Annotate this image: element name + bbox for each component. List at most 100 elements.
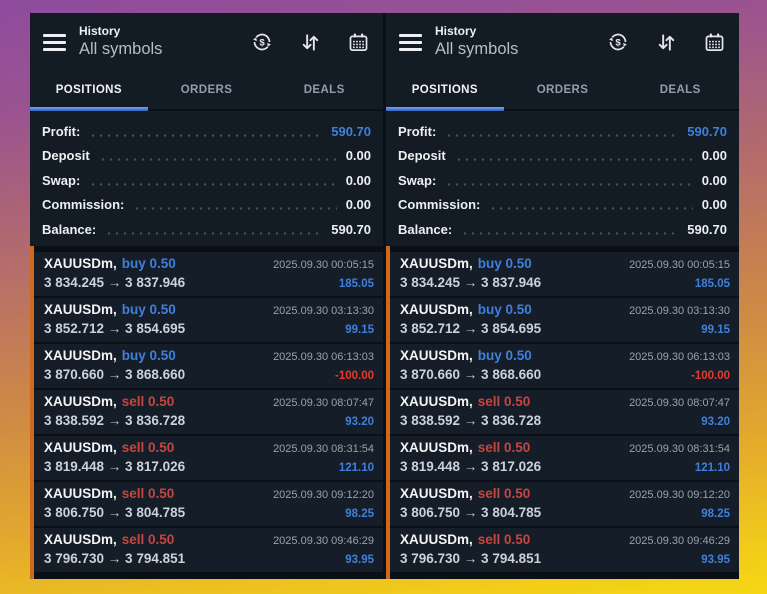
trade-row[interactable]: XAUUSDm,buy 0.502025.09.30 00:05:153 834…	[390, 252, 739, 296]
trade-row-line1: XAUUSDm,sell 0.502025.09.30 09:12:20	[400, 486, 730, 503]
trade-row[interactable]: XAUUSDm,buy 0.502025.09.30 03:13:30 3 852…	[390, 298, 739, 342]
tab-orders[interactable]: ORDERS	[148, 71, 266, 109]
trade-profit: 121.10	[695, 461, 730, 475]
calendar-icon[interactable]	[348, 32, 369, 53]
trade-datetime: 2025.09.30 09:46:29	[273, 535, 374, 549]
trade-title: XAUUSDm,sell 0.50	[400, 532, 530, 549]
trade-side-volume: buy 0.50	[122, 256, 176, 273]
symbol-filter-label[interactable]: All symbols	[435, 40, 518, 59]
trade-row[interactable]: XAUUSDm,sell 0.502025.09.30 09:46:29 3 79…	[390, 528, 739, 572]
trade-row-line1: XAUUSDm,sell 0.502025.09.30 09:46:29	[400, 532, 730, 549]
dotted-leader	[461, 232, 678, 235]
summary-label: Deposit	[42, 148, 90, 163]
trade-row[interactable]: XAUUSDm,buy 0.502025.09.30 00:05:153 834…	[34, 252, 383, 296]
trade-row[interactable]: XAUUSDm,sell 0.502025.09.30 09:12:203 80…	[34, 482, 383, 526]
tab-deals[interactable]: DEALS	[621, 71, 739, 109]
tab-bar: POSITIONSORDERSDEALS	[30, 71, 383, 111]
trade-row-line2: 3 796.730 → 3 794.85193.95	[44, 551, 374, 568]
trade-row[interactable]: XAUUSDm,buy 0.502025.09.30 03:13:30 3 852…	[34, 298, 383, 342]
trade-profit: 93.20	[701, 415, 730, 429]
trade-datetime: 2025.09.30 08:07:47	[273, 397, 374, 411]
trade-prices: 3 796.730 → 3 794.851	[400, 551, 541, 568]
sort-arrows-icon[interactable]	[656, 32, 677, 53]
trade-symbol: XAUUSDm,	[400, 302, 473, 319]
trade-prices: 3 806.750 → 3 804.785	[400, 505, 541, 522]
trade-row[interactable]: XAUUSDm,sell 0.502025.09.30 08:31:543 81…	[390, 436, 739, 480]
dotted-leader	[133, 207, 336, 210]
trade-row[interactable]: XAUUSDm,buy 0.502025.09.30 06:13:03 3 870…	[34, 344, 383, 388]
trade-datetime: 2025.09.30 06:13:03	[273, 351, 374, 365]
trade-prices: 3 870.660 → 3 868.660	[44, 367, 185, 384]
trade-list[interactable]: XAUUSDm,buy 0.502025.09.30 00:05:153 834…	[386, 246, 739, 580]
trade-title: XAUUSDm,sell 0.50	[44, 532, 174, 549]
trade-prices: 3 852.712 → 3 854.695	[44, 321, 185, 338]
summary-value: 590.70	[331, 124, 371, 139]
trade-title: XAUUSDm,sell 0.50	[400, 440, 530, 457]
hamburger-menu-icon[interactable]	[399, 34, 422, 51]
trade-symbol: XAUUSDm,	[44, 440, 117, 457]
trade-row[interactable]: XAUUSDm,buy 0.502025.09.30 06:13:03 3 870…	[390, 344, 739, 388]
trade-row-line1: XAUUSDm,buy 0.502025.09.30 03:13:30	[44, 302, 374, 319]
summary-row: Profit:590.70	[398, 119, 727, 144]
sync-dollar-icon[interactable]: $	[607, 31, 629, 53]
summary-label: Commission:	[42, 197, 124, 212]
summary-value: 0.00	[346, 197, 371, 212]
summary-label: Profit:	[398, 124, 436, 139]
trade-symbol: XAUUSDm,	[400, 256, 473, 273]
trade-row-line1: XAUUSDm,buy 0.502025.09.30 03:13:30	[400, 302, 730, 319]
trade-row-line2: 3 870.660 → 3 868.660-100.00	[44, 367, 374, 384]
trade-row-line2: 3 852.712 → 3 854.69599.15	[400, 321, 730, 338]
trade-profit: 93.95	[701, 553, 730, 567]
summary-row: Swap:0.00	[398, 168, 727, 193]
trade-datetime: 2025.09.30 08:07:47	[629, 397, 730, 411]
summary-label: Commission:	[398, 197, 480, 212]
calendar-icon[interactable]	[704, 32, 725, 53]
trade-row[interactable]: XAUUSDm,sell 0.502025.09.30 08:07:473 83…	[390, 390, 739, 434]
trade-row-line2: 3 819.448 → 3 817.026121.10	[44, 459, 374, 476]
trade-title: XAUUSDm,buy 0.50	[400, 348, 532, 365]
trade-row[interactable]: XAUUSDm,sell 0.50 2025.09.30 09:46:29 3 79…	[34, 528, 383, 572]
trade-row-line1: XAUUSDm,sell 0.502025.09.30 08:31:54	[44, 440, 374, 457]
trade-row-line1: XAUUSDm,buy 0.502025.09.30 06:13:03	[400, 348, 730, 365]
summary-value: 590.70	[331, 222, 371, 237]
summary-label: Balance:	[398, 222, 452, 237]
sync-dollar-icon[interactable]: $	[251, 31, 273, 53]
trade-title: XAUUSDm,buy 0.50	[44, 302, 176, 319]
trade-title: XAUUSDm,sell 0.50	[44, 486, 174, 503]
trade-title: XAUUSDm,sell 0.50	[400, 486, 530, 503]
trade-symbol: XAUUSDm,	[400, 440, 473, 457]
trade-row-line1: XAUUSDm,sell 0.502025.09.30 08:07:47	[400, 394, 730, 411]
summary-section: Profit:590.70Deposit0.00Swap:0.00Commiss…	[30, 111, 383, 246]
tab-positions[interactable]: POSITIONS	[30, 71, 148, 109]
dotted-leader	[89, 183, 336, 186]
hamburger-menu-icon[interactable]	[43, 34, 66, 51]
trade-row-line1: XAUUSDm,sell 0.50 2025.09.30 09:46:29	[44, 532, 374, 549]
tab-orders[interactable]: ORDERS	[504, 71, 622, 109]
trade-row-line1: XAUUSDm,buy 0.502025.09.30 06:13:03	[44, 348, 374, 365]
symbol-filter-label[interactable]: All symbols	[79, 40, 162, 59]
trade-row[interactable]: XAUUSDm,sell 0.502025.09.30 09:12:20 3 80…	[390, 482, 739, 526]
trade-datetime: 2025.09.30 00:05:15	[629, 259, 730, 273]
trade-symbol: XAUUSDm,	[44, 394, 117, 411]
trade-row-line2: 3 819.448 → 3 817.026121.10	[400, 459, 730, 476]
sort-arrows-icon[interactable]	[300, 32, 321, 53]
trade-prices: 3 870.660 → 3 868.660	[400, 367, 541, 384]
dotted-leader	[105, 232, 322, 235]
tab-bar: POSITIONSORDERSDEALS	[386, 71, 739, 111]
trade-row-line1: XAUUSDm,buy 0.502025.09.30 00:05:15	[44, 256, 374, 273]
summary-row: Profit:590.70	[42, 119, 371, 144]
trade-row[interactable]: XAUUSDm,sell 0.502025.09.30 08:31:54 3 81…	[34, 436, 383, 480]
trade-profit: 99.15	[701, 323, 730, 337]
trade-row-line2: 3 796.730 → 3 794.851 93.95	[400, 551, 730, 568]
tab-deals[interactable]: DEALS	[265, 71, 383, 109]
trade-prices: 3 838.592 → 3 836.728	[44, 413, 185, 430]
header-icons: $	[607, 31, 725, 53]
trade-title: XAUUSDm,buy 0.50	[400, 256, 532, 273]
gradient-background: History All symbols $	[0, 0, 767, 594]
trade-row[interactable]: XAUUSDm,sell 0.502025.09.30 08:07:473 83…	[34, 390, 383, 434]
svg-text:$: $	[259, 37, 265, 48]
trade-prices: 3 796.730 → 3 794.851	[44, 551, 185, 568]
trade-list[interactable]: XAUUSDm,buy 0.502025.09.30 00:05:153 834…	[30, 246, 383, 580]
trade-symbol: XAUUSDm,	[44, 348, 117, 365]
tab-positions[interactable]: POSITIONS	[386, 71, 504, 109]
